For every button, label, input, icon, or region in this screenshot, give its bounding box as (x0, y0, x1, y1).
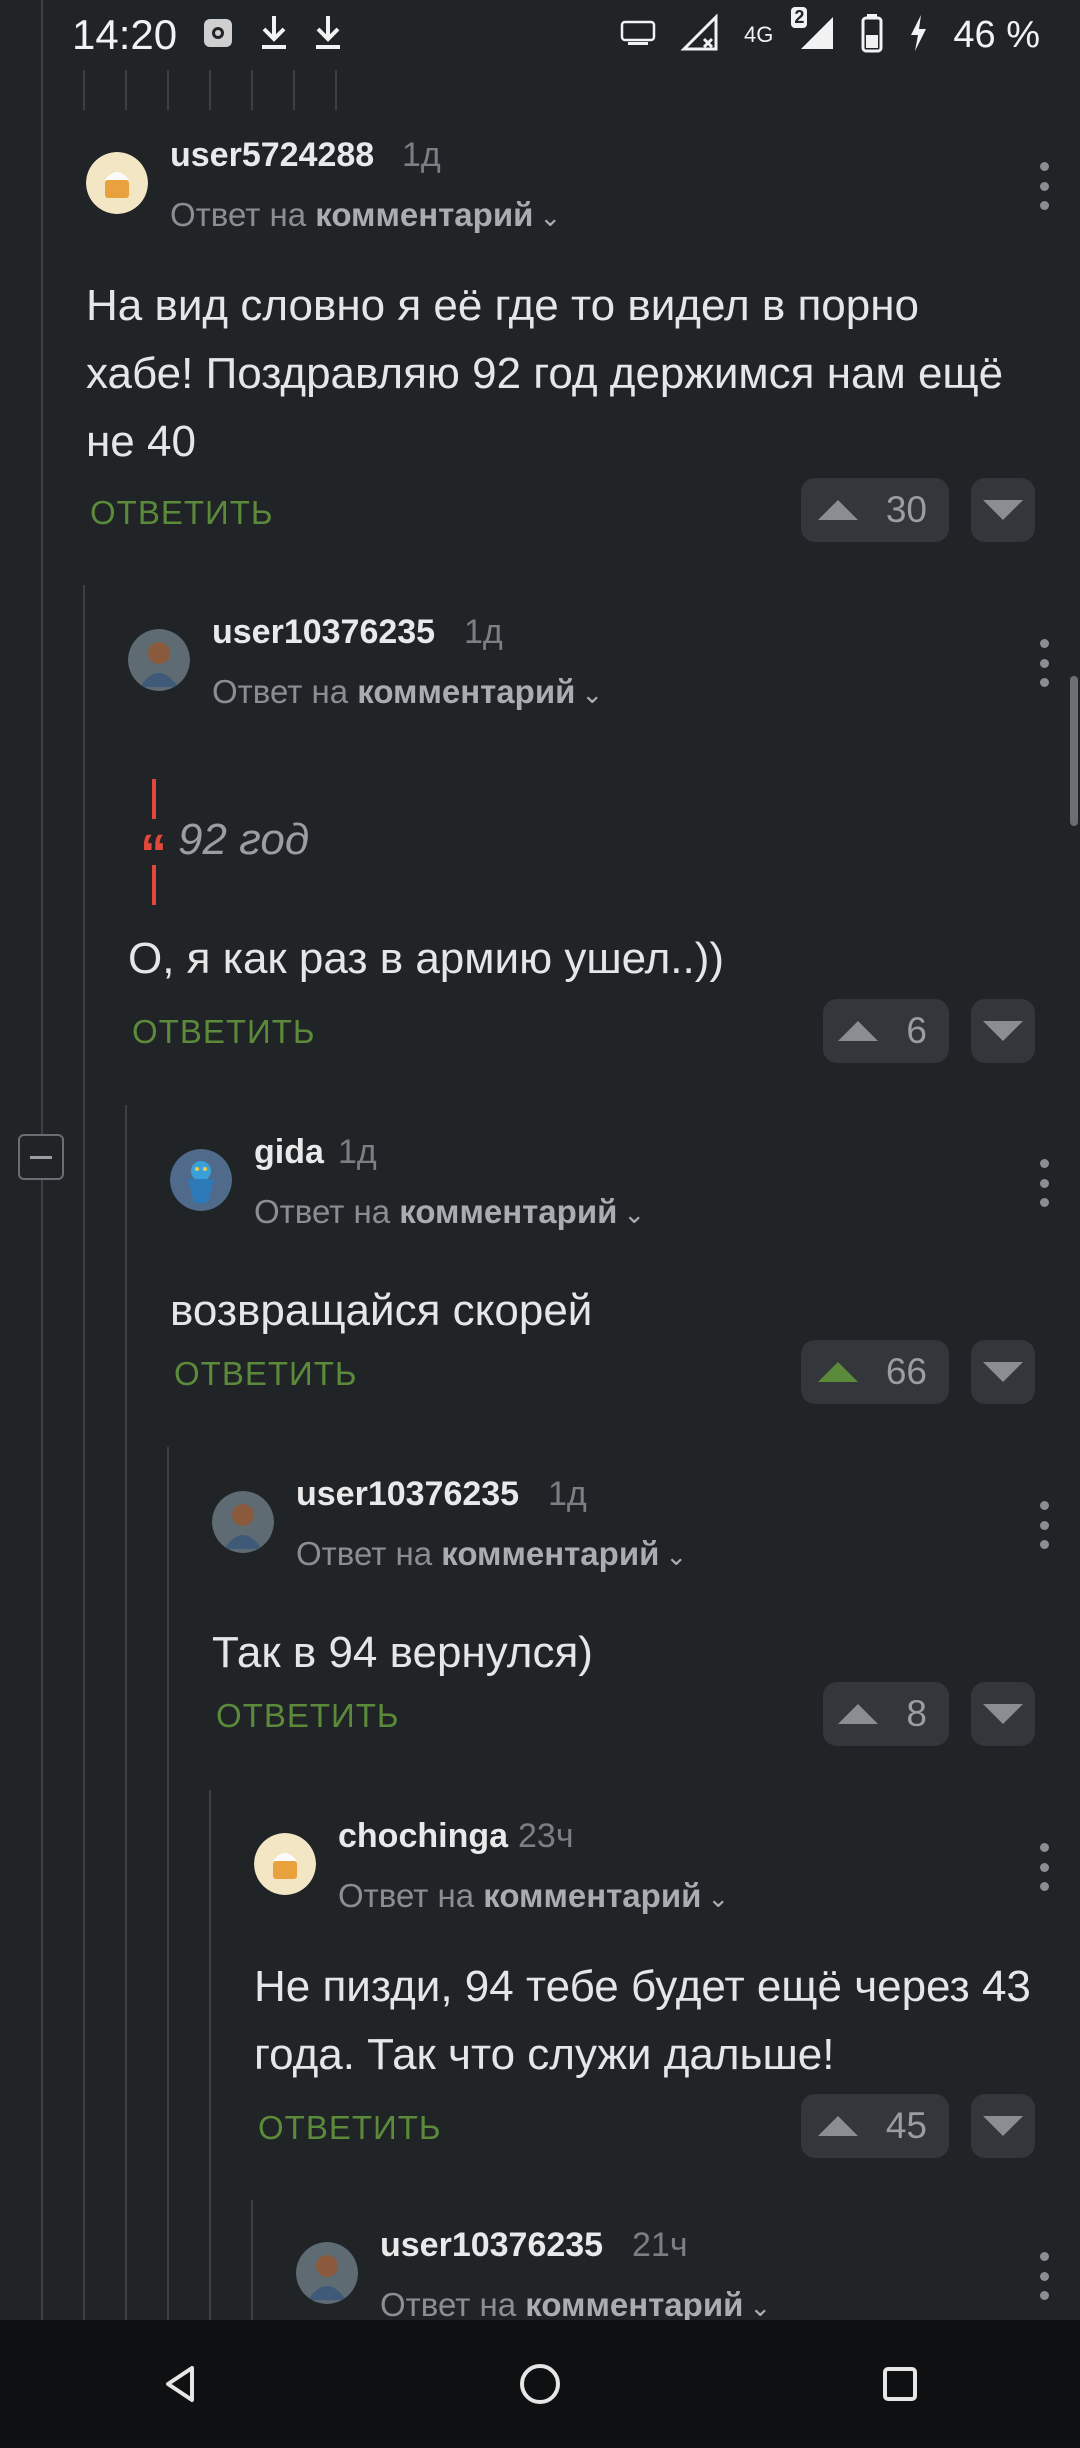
quote-bar (152, 865, 156, 905)
chevron-down-icon: ⌄ (749, 2292, 772, 2320)
comment-username[interactable]: chochinga (338, 1817, 508, 1856)
arrow-down-icon (983, 500, 1023, 520)
comment-username[interactable]: user5724288 (170, 136, 374, 175)
upvote-button[interactable]: 66 (801, 1340, 949, 1404)
upvote-button[interactable]: 45 (801, 2094, 949, 2158)
avatar[interactable] (296, 2242, 358, 2304)
comment-menu-icon[interactable] (1034, 1159, 1054, 1207)
comment-username[interactable]: user10376235 (296, 1475, 519, 1514)
downvote-button[interactable] (971, 999, 1035, 1063)
arrow-down-icon (983, 1704, 1023, 1724)
comment-time: 1д (338, 1133, 377, 1171)
home-button[interactable] (480, 2334, 600, 2434)
downvote-button[interactable] (971, 1340, 1035, 1404)
vote-count: 45 (885, 2105, 927, 2146)
comment-menu-icon[interactable] (1034, 1843, 1054, 1891)
reply-to-link[interactable]: Ответ на комментарий ⌄ (254, 1193, 645, 1231)
arrow-down-icon (983, 1362, 1023, 1382)
comment-username[interactable]: user10376235 (380, 2226, 603, 2265)
arrow-up-icon (817, 500, 858, 520)
vote-count: 66 (885, 1351, 927, 1392)
quote-bar (152, 779, 156, 819)
downvote-button[interactable] (971, 1682, 1035, 1746)
arrow-down-icon (983, 1021, 1023, 1041)
comment-text: О, я как раз в армию ушел..)) (128, 934, 725, 983)
arrow-up-icon (838, 1704, 879, 1724)
reply-to-link[interactable]: Ответ на комментарий ⌄ (338, 1877, 729, 1915)
comment-time: 1д (464, 613, 503, 651)
scrollbar-thumb[interactable] (1070, 676, 1078, 826)
reply-button[interactable]: ОТВЕТИТЬ (216, 1697, 400, 1735)
home-circle-icon (520, 2364, 560, 2404)
avatar[interactable] (254, 1833, 316, 1895)
comment-text: Так в 94 вернулся) (212, 1628, 593, 1677)
reply-to-link[interactable]: Ответ на комментарий ⌄ (380, 2286, 771, 2320)
navigation-bar (0, 2320, 1080, 2448)
arrow-up-icon (817, 2116, 858, 2136)
chevron-down-icon: ⌄ (707, 1883, 730, 1913)
arrow-up-icon (838, 1021, 879, 1041)
arrow-down-icon (983, 2116, 1023, 2136)
comment-username[interactable]: user10376235 (212, 613, 435, 652)
back-triangle-icon (166, 2366, 194, 2402)
reply-button[interactable]: ОТВЕТИТЬ (90, 494, 274, 532)
comment-menu-icon[interactable] (1034, 2252, 1054, 2300)
vote-count: 8 (906, 1693, 927, 1734)
avatar[interactable] (212, 1491, 274, 1553)
collapse-thread-button[interactable] (18, 1134, 64, 1180)
reply-to-link[interactable]: Ответ на комментарий ⌄ (296, 1535, 687, 1573)
comment-menu-icon[interactable] (1034, 162, 1054, 210)
vote-count: 6 (906, 1010, 927, 1051)
chevron-down-icon: ⌄ (539, 202, 562, 232)
chevron-down-icon: ⌄ (623, 1199, 646, 1229)
avatar[interactable] (170, 1149, 232, 1211)
comment-menu-icon[interactable] (1034, 1501, 1054, 1549)
comment-username[interactable]: gida (254, 1133, 324, 1172)
reply-button[interactable]: ОТВЕТИТЬ (258, 2109, 442, 2147)
comment-menu-icon[interactable] (1034, 639, 1054, 687)
comment-time: 23ч (518, 1817, 574, 1855)
reply-button[interactable]: ОТВЕТИТЬ (132, 1013, 316, 1051)
recents-square-icon (883, 2367, 917, 2401)
comment-time: 1д (402, 136, 441, 174)
comment-time: 1д (548, 1475, 587, 1513)
arrow-up-icon (817, 1362, 858, 1382)
comment-text: На вид словно я её где то видел в порно … (86, 281, 1004, 466)
recents-button[interactable] (840, 2334, 960, 2434)
reply-to-link[interactable]: Ответ на комментарий ⌄ (212, 673, 603, 711)
comment-text: возвращайся скорей (170, 1286, 593, 1335)
downvote-button[interactable] (971, 2094, 1035, 2158)
comment-time: 21ч (632, 2226, 688, 2264)
avatar[interactable] (128, 629, 190, 691)
chevron-down-icon: ⌄ (581, 679, 604, 709)
upvote-button[interactable]: 8 (823, 1682, 949, 1746)
avatar[interactable] (86, 152, 148, 214)
back-button[interactable] (120, 2334, 240, 2434)
vote-count: 30 (885, 489, 927, 530)
comment-text: Не пизди, 94 тебе будет ещё через 43 год… (254, 1962, 1031, 2079)
reply-to-link[interactable]: Ответ на комментарий ⌄ (170, 196, 561, 234)
upvote-button[interactable]: 6 (823, 999, 949, 1063)
comment: user10376235 21ч Ответ на комментарий ⌄ (0, 2220, 1080, 2320)
downvote-button[interactable] (971, 478, 1035, 542)
chevron-down-icon: ⌄ (665, 1541, 688, 1571)
reply-button[interactable]: ОТВЕТИТЬ (174, 1355, 358, 1393)
quote-text: 92 год (178, 815, 310, 864)
upvote-button[interactable]: 30 (801, 478, 949, 542)
